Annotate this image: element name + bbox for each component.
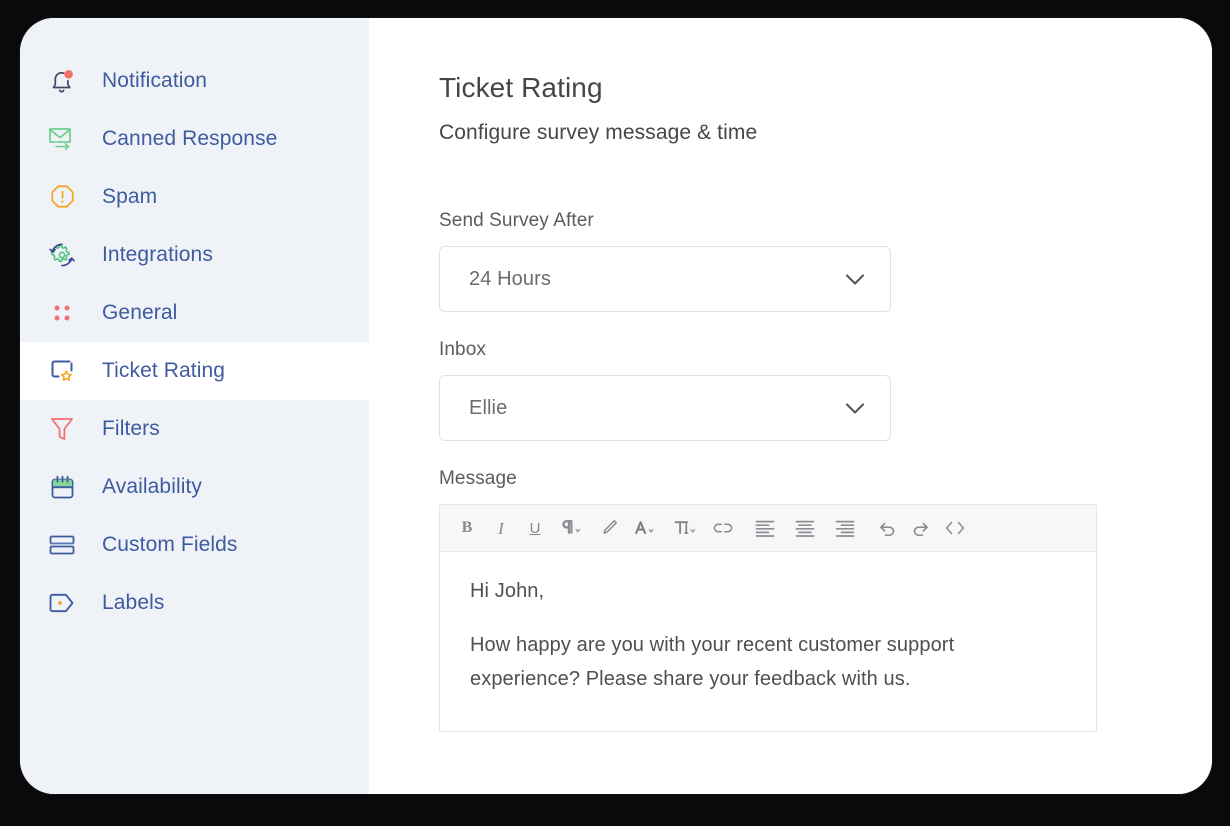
sidebar-item-label: Availability bbox=[102, 475, 202, 499]
editor-toolbar: B I U bbox=[440, 505, 1096, 552]
bell-icon bbox=[45, 64, 79, 98]
tag-icon bbox=[45, 586, 79, 620]
sidebar-item-label: Labels bbox=[102, 591, 164, 615]
highlighter-pen-icon[interactable] bbox=[592, 511, 626, 545]
italic-icon[interactable]: I bbox=[484, 511, 518, 545]
chevron-down-icon bbox=[842, 266, 868, 292]
send-survey-after-group: Send Survey After 24 Hours bbox=[439, 210, 1212, 312]
sidebar-item-label: Integrations bbox=[102, 243, 213, 267]
four-dots-icon bbox=[45, 296, 79, 330]
sidebar-item-label: Notification bbox=[102, 69, 207, 93]
main-content: Ticket Rating Configure survey message &… bbox=[369, 18, 1212, 794]
gear-sync-icon bbox=[45, 238, 79, 272]
send-survey-after-value: 24 Hours bbox=[469, 268, 551, 291]
bold-icon[interactable]: B bbox=[450, 511, 484, 545]
screen-root: Notification Canned Response bbox=[0, 0, 1230, 826]
code-icon[interactable] bbox=[938, 511, 972, 545]
send-survey-after-label: Send Survey After bbox=[439, 210, 1212, 232]
page-subtitle: Configure survey message & time bbox=[439, 121, 1212, 145]
sidebar-item-labels[interactable]: Labels bbox=[20, 574, 369, 632]
align-center-icon[interactable] bbox=[785, 511, 825, 545]
message-label: Message bbox=[439, 468, 1212, 490]
calendar-icon bbox=[45, 470, 79, 504]
app-card: Notification Canned Response bbox=[20, 18, 1212, 794]
rich-text-editor: B I U bbox=[439, 504, 1097, 732]
alert-octagon-icon bbox=[45, 180, 79, 214]
italic-label: I bbox=[498, 520, 504, 537]
chevron-down-icon bbox=[842, 395, 868, 421]
sidebar-item-integrations[interactable]: Integrations bbox=[20, 226, 369, 284]
rows-icon bbox=[45, 528, 79, 562]
paragraph-icon[interactable] bbox=[552, 511, 592, 545]
sidebar-item-general[interactable]: General bbox=[20, 284, 369, 342]
send-survey-after-select[interactable]: 24 Hours bbox=[439, 246, 891, 312]
link-icon[interactable] bbox=[706, 511, 740, 545]
align-left-icon[interactable] bbox=[745, 511, 785, 545]
sidebar-item-spam[interactable]: Spam bbox=[20, 168, 369, 226]
inbox-select[interactable]: Ellie bbox=[439, 375, 891, 441]
sidebar-item-label: Spam bbox=[102, 185, 157, 209]
sidebar-item-label: Custom Fields bbox=[102, 533, 238, 557]
text-size-icon[interactable] bbox=[666, 511, 706, 545]
sidebar-item-availability[interactable]: Availability bbox=[20, 458, 369, 516]
message-paragraph: How happy are you with your recent custo… bbox=[470, 628, 1066, 697]
funnel-icon bbox=[45, 412, 79, 446]
sidebar-item-label: General bbox=[102, 301, 177, 325]
sidebar-item-filters[interactable]: Filters bbox=[20, 400, 369, 458]
underline-icon[interactable]: U bbox=[518, 511, 552, 545]
settings-sidebar: Notification Canned Response bbox=[20, 18, 369, 794]
rating-star-icon bbox=[45, 354, 79, 388]
sidebar-item-label: Ticket Rating bbox=[102, 359, 225, 383]
sidebar-item-canned-response[interactable]: Canned Response bbox=[20, 110, 369, 168]
sidebar-item-label: Filters bbox=[102, 417, 160, 441]
sidebar-item-label: Canned Response bbox=[102, 127, 277, 151]
message-group: Message B I U bbox=[439, 468, 1212, 732]
sidebar-item-custom-fields[interactable]: Custom Fields bbox=[20, 516, 369, 574]
sidebar-item-ticket-rating[interactable]: Ticket Rating bbox=[20, 342, 369, 400]
align-right-icon[interactable] bbox=[825, 511, 865, 545]
undo-icon[interactable] bbox=[870, 511, 904, 545]
font-color-icon[interactable] bbox=[626, 511, 666, 545]
envelope-arrow-icon bbox=[45, 122, 79, 156]
bold-label: B bbox=[462, 520, 473, 536]
page-title: Ticket Rating bbox=[439, 72, 1212, 104]
sidebar-item-notification[interactable]: Notification bbox=[20, 52, 369, 110]
redo-icon[interactable] bbox=[904, 511, 938, 545]
underline-label: U bbox=[530, 521, 541, 536]
inbox-label: Inbox bbox=[439, 339, 1212, 361]
message-paragraph: Hi John, bbox=[470, 581, 1066, 601]
inbox-group: Inbox Ellie bbox=[439, 339, 1212, 441]
inbox-value: Ellie bbox=[469, 397, 507, 420]
message-textarea[interactable]: Hi John, How happy are you with your rec… bbox=[440, 552, 1096, 731]
